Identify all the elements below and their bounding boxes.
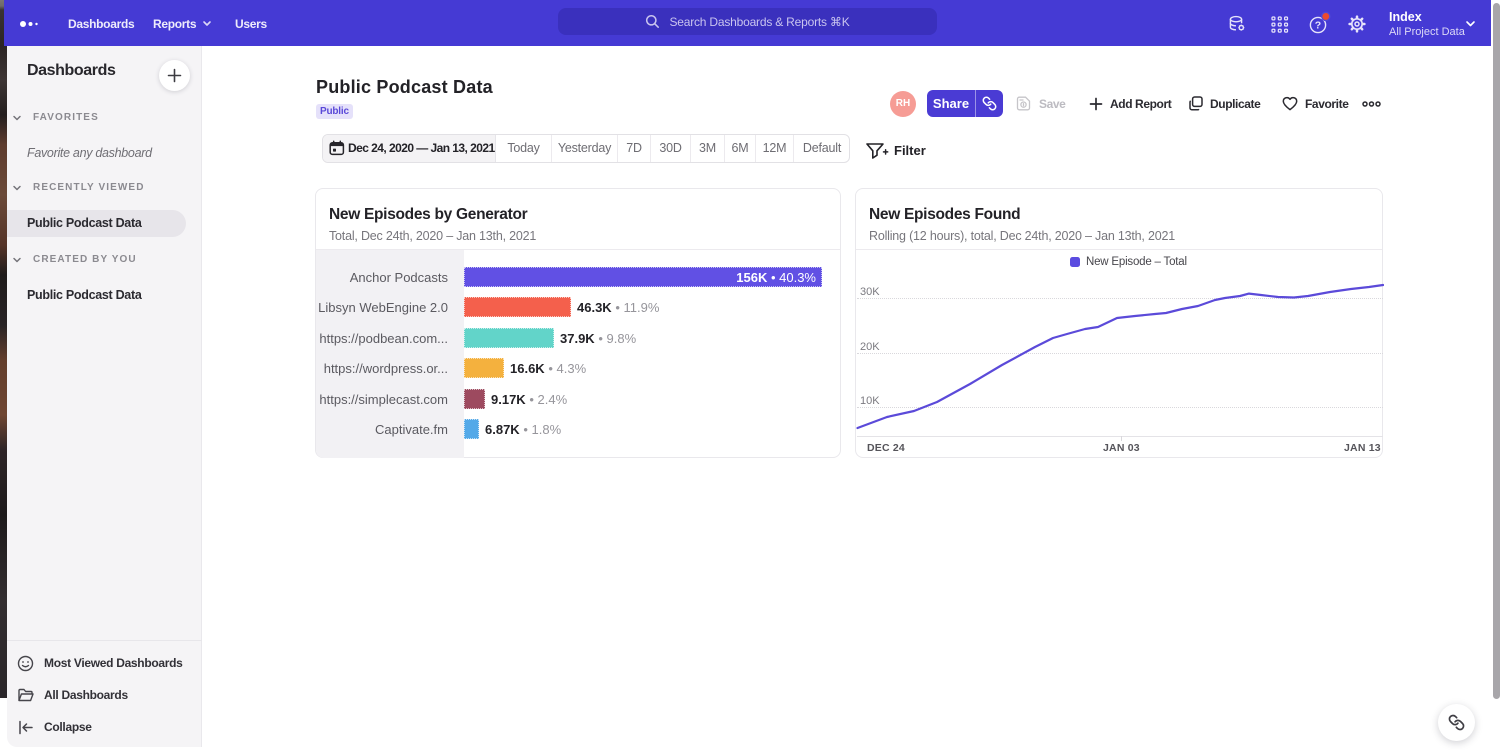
svg-text:?: ? <box>1315 20 1321 32</box>
